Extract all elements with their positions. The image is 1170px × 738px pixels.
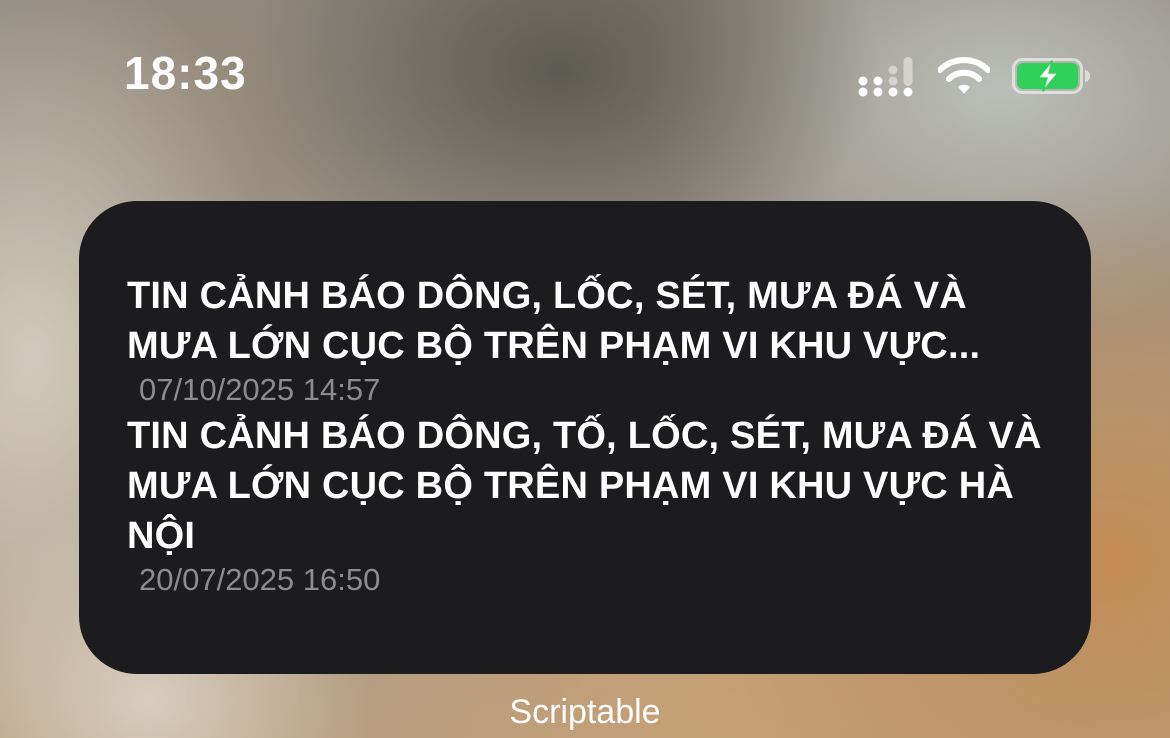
alert-item[interactable]: TIN CẢNH BÁO DÔNG, TỐ, LỐC, SÉT, MƯA ĐÁ … — [127, 411, 1051, 599]
alert-title: TIN CẢNH BÁO DÔNG, TỐ, LỐC, SÉT, MƯA ĐÁ … — [127, 415, 1042, 557]
alerts-widget[interactable]: TIN CẢNH BÁO DÔNG, LỐC, SÉT, MƯA ĐÁ VÀ M… — [79, 201, 1091, 674]
alert-timestamp: 20/07/2025 16:50 — [139, 562, 381, 597]
battery-charging-icon — [1012, 58, 1090, 94]
alert-title: TIN CẢNH BÁO DÔNG, LỐC, SÉT, MƯA ĐÁ VÀ M… — [127, 275, 981, 367]
alert-item[interactable]: TIN CẢNH BÁO DÔNG, LỐC, SÉT, MƯA ĐÁ VÀ M… — [127, 271, 1051, 409]
signal-icon — [858, 57, 913, 97]
wifi-icon — [938, 57, 990, 94]
status-time: 18:33 — [124, 47, 247, 99]
status-icons — [858, 55, 1092, 97]
alert-timestamp: 07/10/2025 14:57 — [139, 372, 381, 407]
widget-app-label: Scriptable — [509, 693, 661, 731]
